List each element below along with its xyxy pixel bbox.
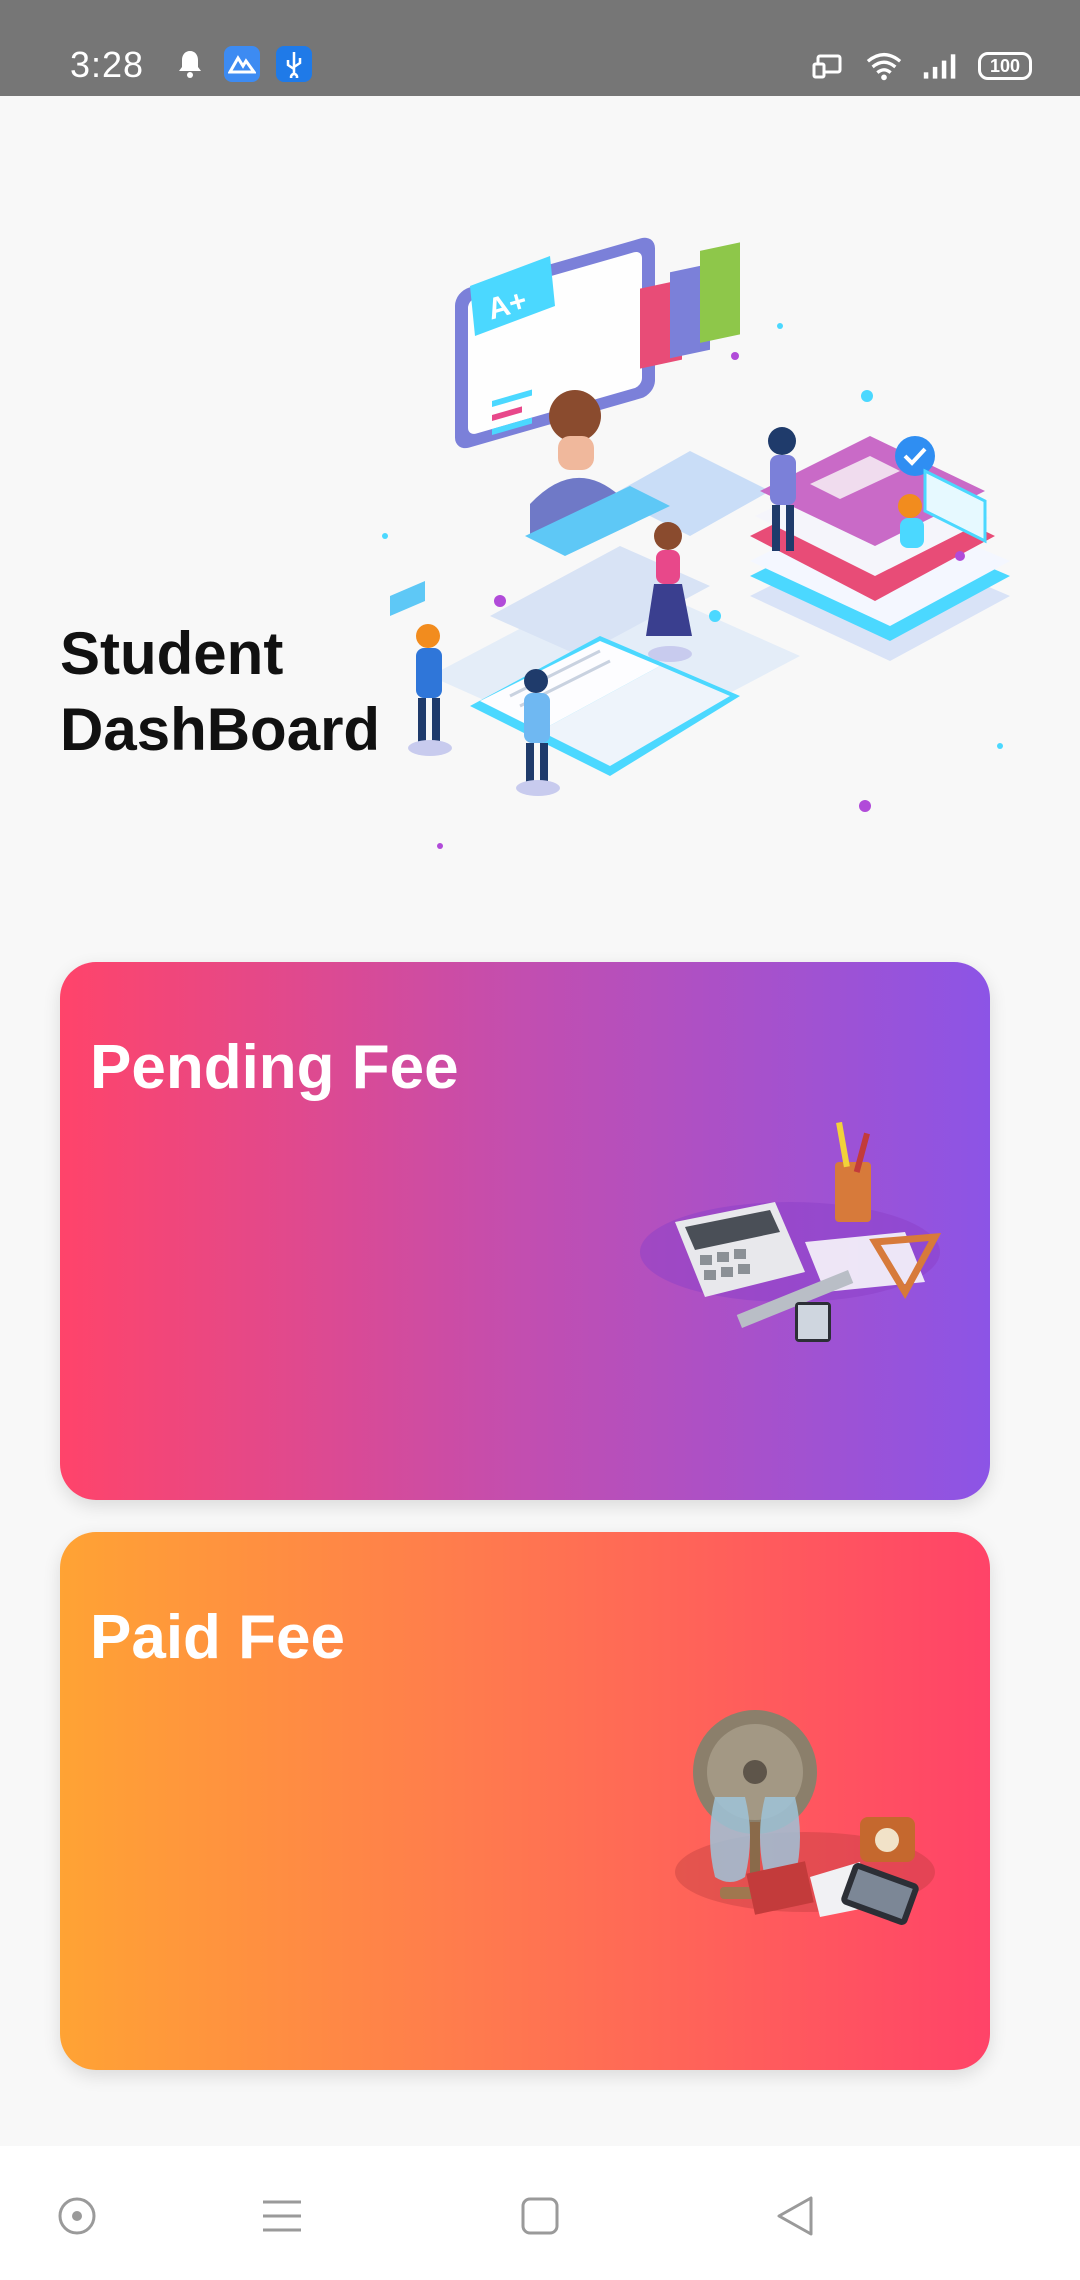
navigation-bar: [0, 2146, 1080, 2280]
battery-icon: 100: [978, 52, 1032, 80]
system-icons: 100: [810, 48, 1032, 84]
home-square-icon: [521, 2197, 559, 2235]
signal-icon: [922, 48, 958, 84]
assistant-button[interactable]: [47, 2186, 107, 2246]
notification-icons: [172, 46, 312, 82]
home-button[interactable]: [510, 2186, 570, 2246]
science-kit-illustration: [675, 1710, 935, 1925]
paid-fee-label: Paid Fee: [90, 1603, 345, 1672]
stationery-illustration: [640, 1122, 942, 1342]
paid-fee-card[interactable]: Paid Fee: [60, 1532, 990, 2070]
page-title: Student DashBoard: [60, 616, 380, 768]
usb-icon: [276, 46, 312, 82]
pending-fee-label: Pending Fee: [90, 1033, 459, 1102]
dashboard-screen: A+ Student DashBoard Pending Fee Paid Fe…: [0, 96, 1080, 2146]
assistant-icon: [58, 2197, 96, 2235]
status-bar: 3:28 100: [0, 0, 1080, 96]
education-illustration: A+: [382, 237, 1010, 849]
page-title-line1: Student: [60, 620, 284, 687]
back-button[interactable]: [765, 2186, 825, 2246]
pending-fee-card[interactable]: Pending Fee: [60, 962, 990, 1500]
back-triangle-icon: [777, 2196, 813, 2236]
status-time: 3:28: [70, 44, 145, 85]
wifi-icon: [866, 48, 902, 84]
app-icon: [224, 46, 260, 82]
menu-icon: [263, 2200, 301, 2232]
bell-icon: [172, 46, 208, 82]
cast-icon: [810, 48, 846, 84]
menu-button[interactable]: [252, 2186, 312, 2246]
page-title-line2: DashBoard: [60, 696, 381, 763]
